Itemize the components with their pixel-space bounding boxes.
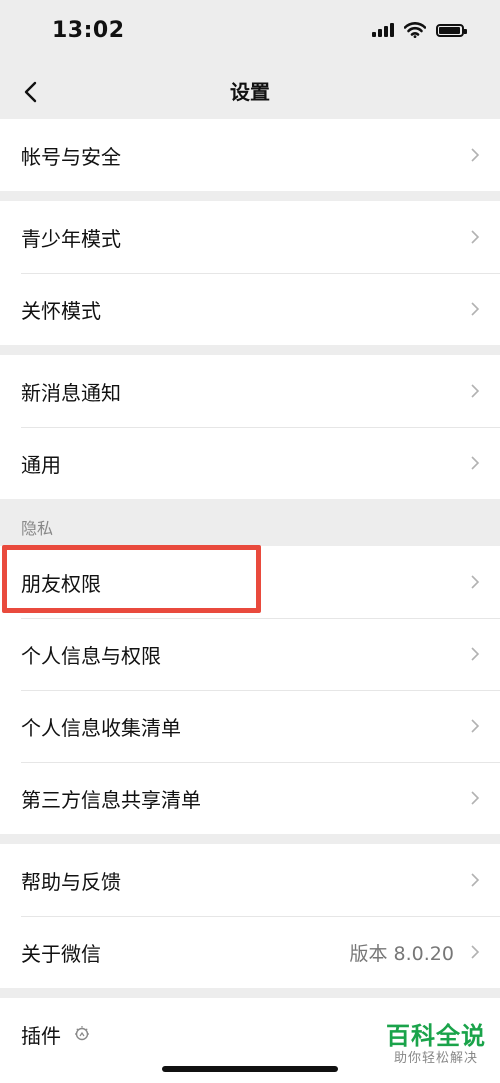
settings-item-label: 关怀模式 — [21, 298, 101, 323]
plugin-bulb-icon — [75, 1026, 89, 1041]
status-time: 13:02 — [52, 18, 125, 43]
status-bar: 13:02 — [0, 0, 500, 66]
settings-item-personal-info-collection-list[interactable]: 个人信息收集清单 — [0, 690, 500, 762]
settings-item-personal-info-permissions[interactable]: 个人信息与权限 — [0, 618, 500, 690]
settings-item-label: 新消息通知 — [21, 380, 121, 405]
settings-item-label: 个人信息收集清单 — [21, 715, 181, 740]
settings-item-account-security[interactable]: 帐号与安全 — [0, 119, 500, 191]
section-header-privacy: 隐私 — [21, 519, 54, 538]
page-title: 设置 — [230, 80, 270, 104]
watermark-subtitle: 助你轻松解决 — [393, 1051, 478, 1066]
chevron-right-icon — [471, 873, 480, 887]
chevron-right-icon — [471, 230, 480, 244]
battery-icon — [436, 23, 467, 37]
watermark-logo: 百科全说 助你轻松解决 — [386, 1022, 486, 1068]
settings-item-label: 插件 — [21, 1023, 61, 1048]
chevron-right-icon — [471, 945, 480, 959]
watermark-title: 百科全说 — [386, 1022, 486, 1050]
settings-group-modes: 青少年模式 关怀模式 — [0, 201, 500, 345]
chevron-right-icon — [471, 384, 480, 398]
settings-item-label: 个人信息与权限 — [21, 643, 161, 668]
settings-item-label: 帮助与反馈 — [21, 869, 121, 894]
settings-group-help-about: 帮助与反馈 关于微信 版本 8.0.20 — [0, 844, 500, 988]
settings-item-label: 通用 — [21, 452, 61, 477]
chevron-right-icon — [471, 456, 480, 470]
highlight-box — [2, 545, 261, 613]
settings-item-general[interactable]: 通用 — [0, 427, 500, 499]
settings-item-label: 关于微信 — [21, 941, 101, 966]
settings-item-care-mode[interactable]: 关怀模式 — [0, 273, 500, 345]
settings-item-label: 第三方信息共享清单 — [21, 787, 201, 812]
chevron-right-icon — [471, 575, 480, 589]
home-indicator[interactable] — [162, 1066, 338, 1072]
settings-item-third-party-sharing-list[interactable]: 第三方信息共享清单 — [0, 762, 500, 834]
settings-item-help-feedback[interactable]: 帮助与反馈 — [0, 844, 500, 916]
navigation-bar: 设置 — [0, 66, 500, 118]
settings-group-account: 帐号与安全 — [0, 119, 500, 191]
version-value: 版本 8.0.20 — [349, 942, 454, 965]
settings-item-new-message-notification[interactable]: 新消息通知 — [0, 355, 500, 427]
cellular-signal-icon — [372, 23, 394, 37]
settings-item-about-wechat[interactable]: 关于微信 版本 8.0.20 — [0, 916, 500, 988]
settings-item-teen-mode[interactable]: 青少年模式 — [0, 201, 500, 273]
chevron-right-icon — [471, 302, 480, 316]
chevron-right-icon — [471, 647, 480, 661]
chevron-right-icon — [471, 148, 480, 162]
settings-group-notifications: 新消息通知 通用 — [0, 355, 500, 499]
status-icons — [372, 22, 467, 38]
wifi-icon — [404, 22, 426, 38]
chevron-right-icon — [471, 791, 480, 805]
chevron-right-icon — [471, 719, 480, 733]
settings-item-label: 青少年模式 — [21, 226, 121, 251]
settings-item-label: 帐号与安全 — [21, 144, 121, 169]
